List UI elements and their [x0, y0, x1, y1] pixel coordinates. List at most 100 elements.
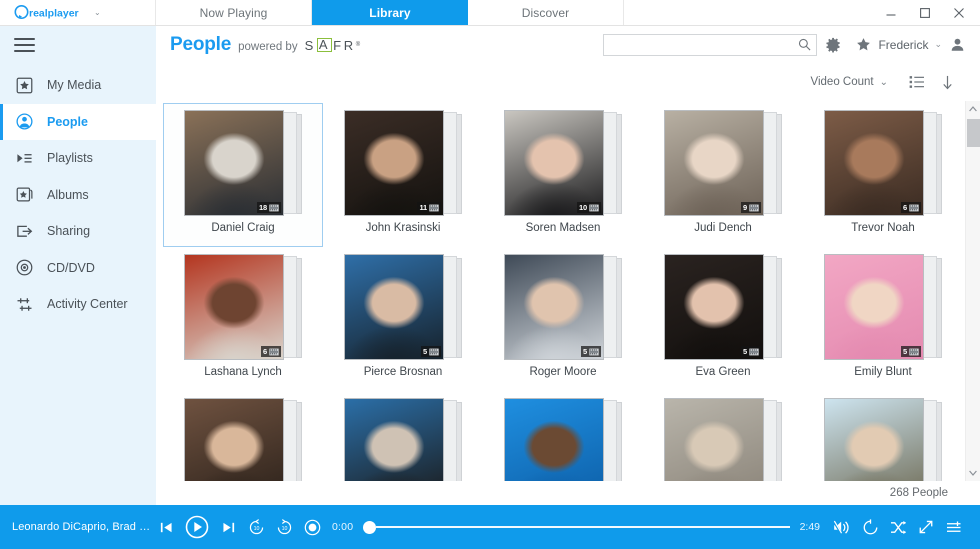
person-thumbnail[interactable] — [504, 398, 604, 481]
next-track-icon — [222, 522, 234, 532]
forward-button[interactable]: 10 — [270, 510, 298, 544]
user-caret-icon[interactable]: ⌄ — [930, 39, 946, 50]
person-card[interactable] — [643, 391, 803, 481]
page-title-area: People powered by S A F R ® — [156, 34, 363, 56]
person-name-label: Judi Dench — [694, 222, 752, 234]
person-thumbnail[interactable]: 5 — [504, 254, 604, 360]
sort-label[interactable]: Video Count — [811, 76, 874, 88]
close-button[interactable] — [942, 0, 976, 26]
person-card[interactable] — [323, 391, 483, 481]
realplayer-logo-icon: realplayer — [14, 5, 90, 20]
scrollbar-thumb[interactable] — [966, 119, 980, 147]
search-box[interactable] — [603, 33, 818, 56]
search-input[interactable] — [612, 38, 799, 51]
brand-logo-area[interactable]: realplayer ⌄ — [0, 0, 156, 25]
person-thumbnail[interactable]: 5 — [664, 254, 764, 360]
person-thumbnail[interactable]: 9 — [664, 110, 764, 216]
gear-icon — [826, 37, 841, 53]
person-card[interactable]: 9 Judi Dench — [643, 103, 803, 247]
person-card[interactable]: 11 John Krasinski — [323, 103, 483, 247]
person-thumbnail[interactable]: 5 — [344, 254, 444, 360]
username-label[interactable]: Frederick — [875, 38, 930, 52]
tab-discover[interactable]: Discover — [468, 0, 624, 25]
person-thumbnail[interactable] — [664, 398, 764, 481]
person-thumbnail[interactable]: 11 — [344, 110, 444, 216]
menu-button[interactable] — [0, 26, 156, 63]
star-box-icon — [15, 76, 34, 95]
person-thumbnail[interactable] — [824, 398, 924, 481]
scroll-up-button[interactable] — [966, 101, 980, 117]
person-card[interactable]: 5 Eva Green — [643, 247, 803, 391]
video-count-value: 5 — [423, 347, 427, 356]
sort-direction-button[interactable] — [932, 69, 962, 95]
seek-track[interactable] — [376, 526, 790, 528]
shuffle-button[interactable] — [884, 510, 912, 544]
person-thumbnail[interactable]: 6 — [824, 110, 924, 216]
sidebar-item-label: Albums — [47, 187, 89, 202]
person-photo — [825, 111, 923, 215]
seek-bar[interactable] — [363, 510, 790, 544]
account-button[interactable] — [946, 30, 968, 60]
person-card[interactable] — [163, 391, 323, 481]
sidebar-item-label: Sharing — [47, 224, 91, 239]
rewind-button[interactable]: 10 — [242, 510, 270, 544]
minimize-button[interactable] — [874, 0, 908, 26]
now-playing-title[interactable]: Leonardo DiCaprio, Brad Pitt &... — [12, 521, 152, 533]
thumbnail-stack: 5 — [824, 254, 942, 362]
next-button[interactable] — [214, 510, 242, 544]
sidebar-item-activity-center[interactable]: Activity Center — [0, 286, 156, 323]
person-thumbnail[interactable] — [184, 398, 284, 481]
record-icon — [304, 519, 320, 535]
favorites-button[interactable] — [851, 30, 875, 60]
video-count-value: 5 — [743, 347, 747, 356]
maximize-button[interactable] — [908, 0, 942, 26]
person-card[interactable]: 6 Lashana Lynch — [163, 247, 323, 391]
video-count-value: 6 — [903, 203, 907, 212]
person-name-label: Emily Blunt — [854, 366, 912, 378]
person-thumbnail[interactable] — [344, 398, 444, 481]
person-card[interactable]: 5 Emily Blunt — [803, 247, 963, 391]
person-card[interactable] — [803, 391, 963, 481]
person-thumbnail[interactable]: 10 — [504, 110, 604, 216]
tab-now-playing[interactable]: Now Playing — [156, 0, 312, 25]
sidebar-item-albums[interactable]: Albums — [0, 177, 156, 214]
seek-handle[interactable] — [363, 520, 377, 534]
play-button[interactable] — [180, 510, 214, 544]
sidebar-item-sharing[interactable]: Sharing — [0, 213, 156, 250]
chevron-down-icon[interactable]: ⌄ — [874, 77, 902, 88]
person-card[interactable]: 6 Trevor Noah — [803, 103, 963, 247]
video-count-value: 9 — [743, 203, 747, 212]
fullscreen-button[interactable] — [912, 510, 940, 544]
sidebar-item-label: CD/DVD — [47, 260, 95, 275]
person-photo — [825, 399, 923, 481]
sidebar-item-cd-dvd[interactable]: CD/DVD — [0, 250, 156, 287]
volume-mute-icon — [832, 520, 849, 534]
person-card[interactable] — [483, 391, 643, 481]
thumbnail-stack: 5 — [504, 254, 622, 362]
tab-library[interactable]: Library — [312, 0, 468, 25]
person-card[interactable]: 5 Roger Moore — [483, 247, 643, 391]
record-button[interactable] — [298, 510, 326, 544]
person-thumbnail[interactable]: 18 — [184, 110, 284, 216]
person-thumbnail[interactable]: 6 — [184, 254, 284, 360]
person-name-label: Soren Madsen — [525, 222, 601, 234]
thumbnail-stack: 10 — [504, 110, 622, 218]
settings-button[interactable] — [817, 30, 851, 60]
person-thumbnail[interactable]: 5 — [824, 254, 924, 360]
scroll-down-button[interactable] — [966, 465, 980, 481]
sidebar-item-playlists[interactable]: Playlists — [0, 140, 156, 177]
mute-button[interactable] — [828, 510, 856, 544]
film-strip-icon — [589, 348, 599, 355]
sidebar-item-my-media[interactable]: My Media — [0, 67, 156, 104]
person-card[interactable]: 10 Soren Madsen — [483, 103, 643, 247]
sidebar-item-people[interactable]: People — [0, 103, 156, 140]
person-card[interactable]: 18 Daniel Craig — [163, 103, 323, 247]
list-view-button[interactable] — [902, 69, 932, 95]
title-bar: realplayer ⌄ Now Playing Library Discove… — [0, 0, 980, 26]
repeat-button[interactable] — [856, 510, 884, 544]
previous-button[interactable] — [152, 510, 180, 544]
video-count-badge: 6 — [901, 202, 921, 213]
person-card[interactable]: 5 Pierce Brosnan — [323, 247, 483, 391]
vertical-scrollbar[interactable] — [965, 101, 980, 481]
playlist-queue-button[interactable] — [940, 510, 968, 544]
